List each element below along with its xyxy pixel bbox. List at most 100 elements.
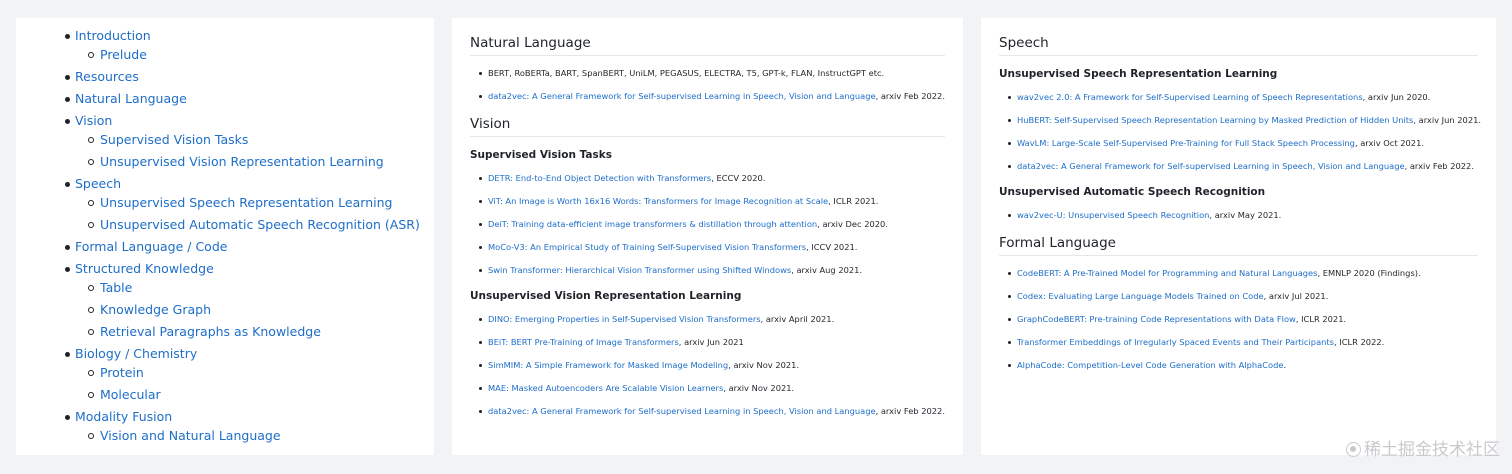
toc-sublink[interactable]: Knowledge Graph [100, 299, 425, 321]
toc-sublink[interactable]: Unsupervised Automatic Speech Recognitio… [100, 214, 425, 236]
paper-link[interactable]: data2vec: A General Framework for Self-s… [488, 406, 876, 416]
toc-subitem: Table [88, 277, 425, 299]
list-item: DETR: End-to-End Object Detection with T… [479, 172, 945, 184]
toc-subitem: Unsupervised Speech Representation Learn… [88, 192, 425, 214]
section-heading-speech: Speech [999, 18, 1478, 56]
list-item: MoCo-V3: An Empirical Study of Training … [479, 241, 945, 253]
list-item: HuBERT: Self-Supervised Speech Represent… [1008, 114, 1482, 126]
right-panel: Speech Unsupervised Speech Representatio… [981, 18, 1496, 455]
list-item: SimMIM: A Simple Framework for Masked Im… [479, 359, 945, 371]
toc-sublist: Prelude [88, 44, 425, 66]
subsection-heading-unsupervised-speech: Unsupervised Speech Representation Learn… [999, 68, 1278, 80]
reference-list: DETR: End-to-End Object Detection with T… [479, 172, 945, 276]
paper-link[interactable]: Swin Transformer: Hierarchical Vision Tr… [488, 265, 791, 275]
paper-link[interactable]: DINO: Emerging Properties in Self-Superv… [488, 314, 761, 324]
toc-sublink[interactable]: Prelude [100, 44, 425, 66]
toc-item: Formal Language / Code [65, 236, 425, 258]
toc-subitem: Vision and Natural Language [88, 425, 425, 447]
paper-venue: , ICLR 2021. [1295, 314, 1347, 324]
toc-subitem: Molecular [88, 384, 425, 406]
paper-link[interactable]: Transformer Embeddings of Irregularly Sp… [1017, 337, 1334, 347]
toc-sublink[interactable]: Vision and Natural Language [100, 425, 425, 447]
paper-venue: , arxiv Jun 2021. [1413, 115, 1482, 125]
paper-venue: , arxiv Oct 2021. [1354, 138, 1424, 148]
list-item: Swin Transformer: Hierarchical Vision Tr… [479, 264, 945, 276]
subsection-heading-unsupervised-vision: Unsupervised Vision Representation Learn… [470, 290, 742, 302]
paper-venue: , arxiv Feb 2022. [875, 406, 945, 416]
paper-link[interactable]: MoCo-V3: An Empirical Study of Training … [488, 242, 806, 252]
paper-link[interactable]: DETR: End-to-End Object Detection with T… [488, 173, 711, 183]
list-item: wav2vec-U: Unsupervised Speech Recogniti… [1008, 209, 1478, 221]
paper-link[interactable]: GraphCodeBERT: Pre-training Code Represe… [1017, 314, 1296, 324]
reference-list: CodeBERT: A Pre-Trained Model for Progra… [1008, 267, 1478, 371]
paper-link[interactable]: wav2vec 2.0: A Framework for Self-Superv… [1017, 92, 1363, 102]
paper-link[interactable]: BEiT: BERT Pre-Training of Image Transfo… [488, 337, 679, 347]
paper-venue: , arxiv Jul 2021. [1263, 291, 1329, 301]
paper-link[interactable]: wav2vec-U: Unsupervised Speech Recogniti… [1017, 210, 1209, 220]
toc-sublink[interactable]: Unsupervised Speech Representation Learn… [100, 192, 425, 214]
paper-link[interactable]: AlphaCode: Competition-Level Code Genera… [1017, 360, 1283, 370]
toc-link[interactable]: Resources [75, 66, 425, 88]
toc-sublink[interactable]: Table [100, 277, 425, 299]
paper-venue: , ICCV 2021. [806, 242, 858, 252]
list-item: Transformer Embeddings of Irregularly Sp… [1008, 336, 1478, 348]
reference-list: wav2vec 2.0: A Framework for Self-Superv… [1008, 91, 1482, 172]
list-item: GraphCodeBERT: Pre-training Code Represe… [1008, 313, 1478, 325]
watermark-text: 稀土掘金技术社区 [1364, 440, 1500, 460]
paper-link[interactable]: HuBERT: Self-Supervised Speech Represent… [1017, 115, 1413, 125]
paper-venue: , arxiv Nov 2021. [723, 383, 795, 393]
paper-venue: , arxiv Jun 2021 [678, 337, 744, 347]
paper-venue: , arxiv Nov 2021. [728, 360, 800, 370]
paper-venue: , ECCV 2020. [711, 173, 766, 183]
toc-item: Introduction Prelude [65, 25, 425, 66]
toc-item: Modality Fusion Vision and Natural Langua… [65, 406, 425, 447]
list-item: CodeBERT: A Pre-Trained Model for Progra… [1008, 267, 1478, 279]
toc-sublink[interactable]: Protein [100, 362, 425, 384]
paper-link[interactable]: SimMIM: A Simple Framework for Masked Im… [488, 360, 728, 370]
toc-link[interactable]: Formal Language / Code [75, 236, 425, 258]
list-item: DINO: Emerging Properties in Self-Superv… [479, 313, 945, 325]
section-heading-natural-language: Natural Language [470, 18, 945, 56]
toc-sublink[interactable]: Retrieval Paragraphs as Knowledge [100, 321, 425, 343]
paper-link[interactable]: WavLM: Large-Scale Self-Supervised Pre-T… [1017, 138, 1355, 148]
paper-link[interactable]: DeiT: Training data-efficient image tran… [488, 219, 817, 229]
subsection-heading-unsupervised-asr: Unsupervised Automatic Speech Recognitio… [999, 186, 1266, 198]
toc-sublist: Supervised Vision Tasks Unsupervised Visi… [88, 129, 425, 173]
list-item: DeiT: Training data-efficient image tran… [479, 218, 945, 230]
juejin-logo-icon [1346, 442, 1361, 457]
list-item: Codex: Evaluating Large Language Models … [1008, 290, 1478, 302]
toc-subitem: Retrieval Paragraphs as Knowledge [88, 321, 425, 343]
list-item: data2vec: A General Framework for Self-s… [1008, 160, 1478, 172]
paper-link[interactable]: ViT: An Image is Worth 16x16 Words: Tran… [488, 196, 828, 206]
paper-link[interactable]: CodeBERT: A Pre-Trained Model for Progra… [1017, 268, 1317, 278]
toc-item: Natural Language [65, 88, 425, 110]
list-item: data2vec: A General Framework for Self-s… [479, 405, 945, 417]
toc-subitem: Prelude [88, 44, 425, 66]
toc-subitem: Unsupervised Vision Representation Learn… [88, 151, 425, 173]
section-heading-formal-language: Formal Language [999, 221, 1478, 256]
paper-link[interactable]: data2vec: A General Framework for Self-s… [1017, 161, 1405, 171]
paper-venue: . [1283, 360, 1287, 370]
paper-link[interactable]: data2vec: A General Framework for Self-s… [488, 91, 876, 101]
list-item: BERT, RoBERTa, BART, SpanBERT, UniLM, PE… [479, 67, 945, 79]
toc-sublink[interactable]: Unsupervised Vision Representation Learn… [100, 151, 425, 173]
paper-link[interactable]: MAE: Masked Autoencoders Are Scalable Vi… [488, 383, 723, 393]
paper-venue: , ICLR 2021. [828, 196, 879, 206]
toc-item: Resources [65, 66, 425, 88]
toc-sublist: Table Knowledge Graph Retrieval Paragraphs… [88, 277, 425, 343]
list-item: wav2vec 2.0: A Framework for Self-Superv… [1008, 91, 1478, 103]
paper-venue: , arxiv May 2021. [1209, 210, 1282, 220]
reference-list: BERT, RoBERTa, BART, SpanBERT, UniLM, PE… [479, 67, 945, 102]
toc-item: Structured Knowledge Table Knowledge Graph… [65, 258, 425, 343]
toc-panel: Introduction Prelude Resources Natural Lang… [16, 18, 434, 455]
paper-venue: , ICLR 2022. [1333, 337, 1385, 347]
toc-sublist: Vision and Natural Language [88, 425, 425, 447]
toc-sublist: Unsupervised Speech Representation Learn… [88, 192, 425, 236]
paper-venue: , arxiv Aug 2021. [791, 265, 863, 275]
toc-link[interactable]: Natural Language [75, 88, 425, 110]
toc-item: Speech Unsupervised Speech Representation… [65, 173, 425, 236]
paper-link[interactable]: Codex: Evaluating Large Language Models … [1017, 291, 1264, 301]
toc-sublink[interactable]: Supervised Vision Tasks [100, 129, 425, 151]
list-item: MAE: Masked Autoencoders Are Scalable Vi… [479, 382, 945, 394]
toc-sublink[interactable]: Molecular [100, 384, 425, 406]
